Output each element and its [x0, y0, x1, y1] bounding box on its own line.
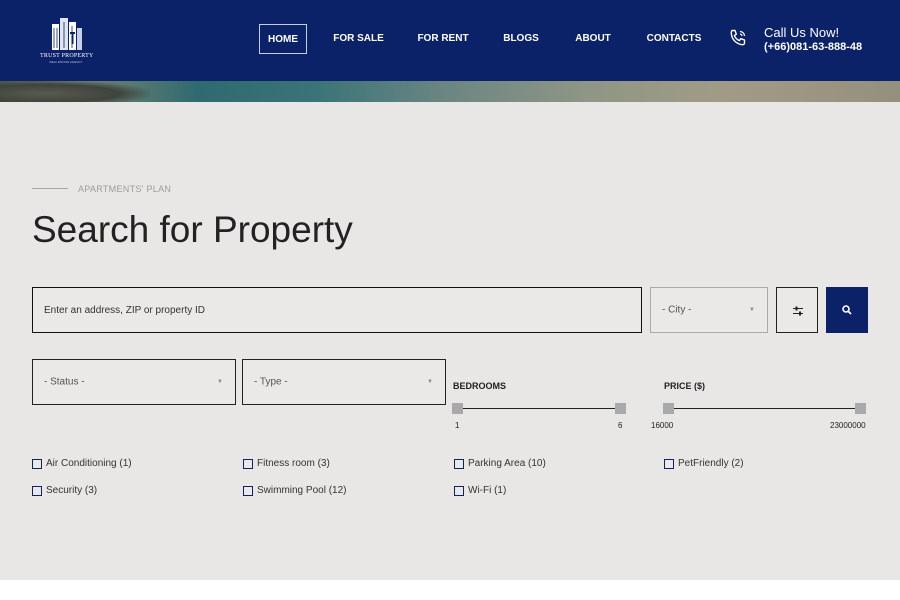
- checkbox-icon: [32, 486, 42, 496]
- chevron-down-icon: ▼: [427, 379, 433, 385]
- bedrooms-min-value: 1: [455, 421, 460, 430]
- amenity-label: Air Conditioning (1): [46, 458, 132, 469]
- search-section: [0, 102, 900, 580]
- amenity-label: Wi-Fi (1): [468, 485, 507, 496]
- nav-for-rent[interactable]: FOR RENT: [414, 24, 472, 54]
- search-button[interactable]: [826, 287, 868, 333]
- hero-banner-rocks: [0, 81, 150, 102]
- advanced-filter-button[interactable]: [776, 287, 818, 333]
- logo[interactable]: TRUST PROPERTY REAL ESTATE AGENCY: [40, 16, 94, 64]
- status-select[interactable]: - Status - ▼: [32, 359, 236, 405]
- amenity-label: Parking Area (10): [468, 458, 546, 469]
- chevron-down-icon: ▼: [749, 307, 755, 313]
- nav-home[interactable]: HOME: [259, 24, 307, 54]
- chevron-down-icon: ▼: [217, 379, 223, 385]
- amenity-label: PetFriendly (2): [678, 458, 744, 469]
- checkbox-icon: [243, 486, 253, 496]
- bedrooms-max-handle[interactable]: [615, 403, 626, 414]
- amenity-label: Security (3): [46, 485, 98, 496]
- logo-text: TRUST PROPERTY: [40, 53, 94, 59]
- price-max-value: 23000000: [830, 421, 866, 430]
- search-icon: [842, 305, 852, 315]
- type-select[interactable]: - Type - ▼: [242, 359, 446, 405]
- amenity-label: Fitness room (3): [257, 458, 330, 469]
- price-slider-track[interactable]: [668, 408, 864, 409]
- sliders-icon: [793, 306, 803, 316]
- price-label: PRICE ($): [664, 381, 706, 391]
- bedrooms-slider-track[interactable]: [458, 408, 624, 409]
- price-max-handle[interactable]: [855, 403, 866, 414]
- logo-subtitle: REAL ESTATE AGENCY: [49, 60, 83, 64]
- nav-blogs[interactable]: BLOGS: [500, 24, 542, 54]
- checkbox-icon: [664, 459, 674, 469]
- status-select-value: - Status -: [44, 376, 85, 388]
- type-select-value: - Type -: [254, 376, 288, 388]
- bedrooms-min-handle[interactable]: [452, 403, 463, 414]
- bedrooms-max-value: 6: [618, 421, 623, 430]
- checkbox-icon: [32, 459, 42, 469]
- page-footer-edge: [0, 580, 900, 600]
- city-select[interactable]: - City - ▼: [650, 287, 768, 333]
- city-select-value: - City -: [662, 304, 692, 316]
- building-logo-icon: [52, 18, 82, 50]
- phone-icon: [730, 29, 746, 46]
- nav-contacts[interactable]: CONTACTS: [643, 24, 705, 54]
- price-min-value: 16000: [651, 421, 674, 430]
- page-title: Search for Property: [32, 209, 353, 250]
- site-header: TRUST PROPERTY REAL ESTATE AGENCY HOME F…: [0, 0, 900, 81]
- checkbox-icon: [243, 459, 253, 469]
- price-min-handle[interactable]: [663, 403, 674, 414]
- amenity-label: Swimming Pool (12): [257, 485, 347, 496]
- checkbox-icon: [454, 486, 464, 496]
- section-eyebrow: APARTMENTS' PLAN: [78, 184, 172, 194]
- call-us-title: Call Us Now!: [764, 25, 840, 40]
- nav-about[interactable]: ABOUT: [570, 24, 616, 54]
- checkbox-icon: [454, 459, 464, 469]
- nav-for-sale[interactable]: FOR SALE: [330, 24, 387, 54]
- call-us-number[interactable]: (+66)081-63-888-48: [764, 41, 862, 53]
- bedrooms-label: BEDROOMS: [453, 381, 507, 391]
- address-search-input[interactable]: [32, 287, 642, 333]
- eyebrow-divider: [32, 188, 68, 189]
